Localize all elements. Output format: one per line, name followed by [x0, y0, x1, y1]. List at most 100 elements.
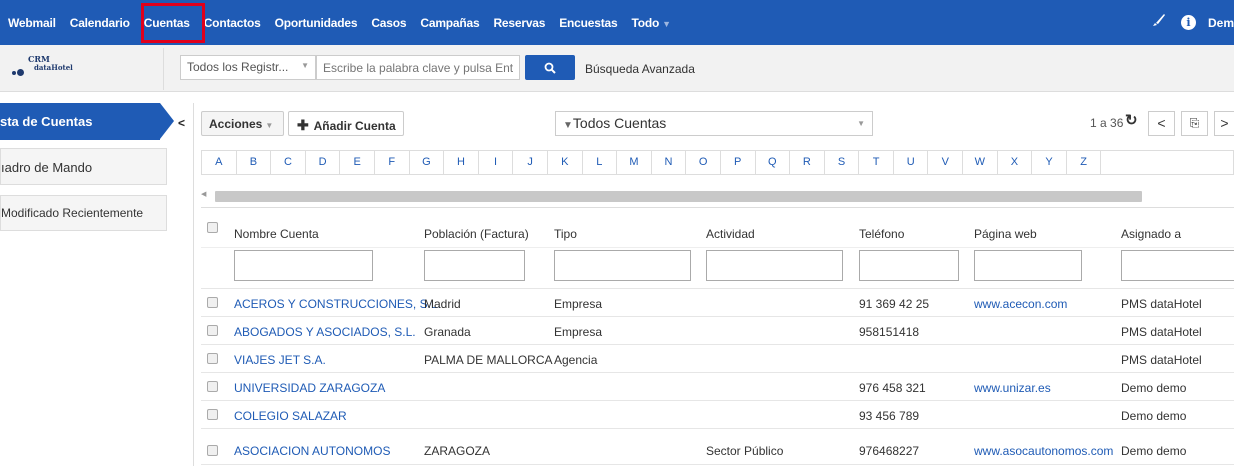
- column-header-pagina-web[interactable]: Página web: [974, 227, 1037, 241]
- next-page-button[interactable]: >: [1214, 111, 1234, 136]
- alphabet-letter[interactable]: P: [721, 151, 756, 174]
- cell-phone: 958151418: [859, 325, 920, 339]
- row-checkbox[interactable]: [207, 409, 218, 420]
- sidebar-item-lista-de-cuentas[interactable]: sta de Cuentas: [0, 103, 160, 140]
- user-menu[interactable]: Dem: [1208, 16, 1234, 30]
- alphabet-letter[interactable]: A: [202, 151, 237, 174]
- row-checkbox[interactable]: [207, 297, 218, 308]
- alphabet-letter[interactable]: E: [340, 151, 375, 174]
- filter-input-telefono[interactable]: [859, 250, 959, 281]
- search-input[interactable]: [316, 55, 520, 80]
- info-icon[interactable]: i: [1180, 15, 1196, 30]
- add-account-button[interactable]: ✚ Añadir Cuenta: [288, 111, 404, 136]
- alphabet-letter[interactable]: Q: [756, 151, 791, 174]
- account-name-link[interactable]: UNIVERSIDAD ZARAGOZA: [234, 381, 385, 395]
- alphabet-letter[interactable]: V: [928, 151, 964, 174]
- previous-page-button[interactable]: <: [1148, 111, 1175, 136]
- chevron-down-icon: ▼: [301, 61, 309, 70]
- nav-webmail[interactable]: Webmail: [8, 16, 56, 30]
- filter-input-poblacion[interactable]: [424, 250, 525, 281]
- account-name-link[interactable]: VIAJES JET S.A.: [234, 353, 326, 367]
- sidebar-item-label: Modificado Recientemente: [1, 206, 144, 220]
- export-icon[interactable]: ⎘: [1181, 111, 1208, 136]
- cell-assigned: Demo demo: [1121, 381, 1187, 395]
- chevron-down-icon: ▼: [857, 119, 865, 128]
- alphabet-letter[interactable]: H: [444, 151, 479, 174]
- refresh-icon[interactable]: ↻: [1125, 111, 1138, 129]
- search-module-select[interactable]: Todos los Registr... ▼: [180, 55, 316, 80]
- alphabet-letter[interactable]: D: [306, 151, 341, 174]
- alphabet-letter[interactable]: I: [479, 151, 514, 174]
- cell-city: Granada: [424, 325, 471, 339]
- brush-icon[interactable]: [1151, 12, 1167, 33]
- cell-phone: 91 369 42 25: [859, 297, 930, 311]
- horizontal-scrollbar[interactable]: [215, 191, 1142, 202]
- account-name-link[interactable]: ABOGADOS Y ASOCIADOS, S.L.: [234, 325, 416, 339]
- advanced-search-link[interactable]: Búsqueda Avanzada: [585, 62, 695, 76]
- account-name-link[interactable]: COLEGIO SALAZAR: [234, 409, 347, 423]
- alphabet-letter[interactable]: R: [790, 151, 825, 174]
- actions-dropdown[interactable]: Acciones ▼: [201, 111, 284, 136]
- column-header-tipo[interactable]: Tipo: [554, 227, 577, 241]
- account-name-link[interactable]: ACEROS Y CONSTRUCCIONES, S.L.: [234, 297, 441, 311]
- nav-encuestas[interactable]: Encuestas: [559, 16, 617, 30]
- nav-todo[interactable]: Todo ▼: [631, 15, 671, 30]
- alphabet-letter[interactable]: Z: [1067, 151, 1102, 174]
- row-checkbox[interactable]: [207, 353, 218, 364]
- nav-reservas[interactable]: Reservas: [493, 16, 545, 30]
- alphabet-letter[interactable]: N: [652, 151, 687, 174]
- sidebar-toggle-icon[interactable]: <: [178, 116, 185, 130]
- active-nav-highlight: [141, 3, 205, 43]
- row-checkbox[interactable]: [207, 445, 218, 456]
- nav-calendario[interactable]: Calendario: [70, 16, 130, 30]
- column-header-asignado-a[interactable]: Asignado a: [1121, 227, 1181, 241]
- nav-contactos[interactable]: Contactos: [204, 16, 261, 30]
- alphabet-letter[interactable]: S: [825, 151, 860, 174]
- alphabet-letter[interactable]: M: [617, 151, 652, 174]
- alphabet-letter[interactable]: L: [583, 151, 618, 174]
- scroll-left-icon[interactable]: ◀: [201, 190, 206, 198]
- row-checkbox[interactable]: [207, 381, 218, 392]
- divider: [201, 288, 1234, 289]
- website-link[interactable]: www.asocautonomos.com: [974, 444, 1113, 458]
- alphabet-letter[interactable]: X: [998, 151, 1033, 174]
- column-header-actividad[interactable]: Actividad: [706, 227, 755, 241]
- filter-input-asignado-a[interactable]: [1121, 250, 1234, 281]
- alphabet-letter[interactable]: F: [375, 151, 410, 174]
- website-link[interactable]: www.unizar.es: [974, 381, 1051, 395]
- alphabet-letter[interactable]: T: [859, 151, 894, 174]
- sidebar-item-cuadro-de-mando[interactable]: ıadro de Mando: [0, 148, 167, 185]
- account-name-link[interactable]: ASOCIACION AUTONOMOS: [234, 444, 390, 458]
- column-header-telefono[interactable]: Teléfono: [859, 227, 904, 241]
- cell-activity: Sector Público: [706, 444, 784, 458]
- nav-todo-label: Todo: [631, 15, 660, 30]
- alphabet-letter[interactable]: W: [963, 151, 998, 174]
- column-header-poblacion[interactable]: Población (Factura): [424, 227, 529, 241]
- alphabet-letter[interactable]: Y: [1032, 151, 1067, 174]
- alphabet-letter[interactable]: J: [513, 151, 548, 174]
- filter-input-nombre-cuenta[interactable]: [234, 250, 373, 281]
- row-checkbox[interactable]: [207, 325, 218, 336]
- filter-input-tipo[interactable]: [554, 250, 691, 281]
- sidebar-item-modificado-recientemente[interactable]: Modificado Recientemente: [0, 195, 167, 231]
- alphabet-letter[interactable]: O: [686, 151, 721, 174]
- list-filter-select[interactable]: ▼Todos Cuentas ▼: [555, 111, 873, 136]
- alphabet-letter[interactable]: B: [237, 151, 272, 174]
- select-all-checkbox[interactable]: [207, 222, 218, 233]
- filter-input-pagina-web[interactable]: [974, 250, 1082, 281]
- top-right-actions: i Dem: [1151, 0, 1234, 45]
- website-link[interactable]: www.acecon.com: [974, 297, 1067, 311]
- nav-oportunidades[interactable]: Oportunidades: [275, 16, 358, 30]
- filter-input-actividad[interactable]: [706, 250, 843, 281]
- nav-casos[interactable]: Casos: [371, 16, 406, 30]
- cell-assigned: PMS dataHotel: [1121, 325, 1202, 339]
- nav-campanas[interactable]: Campañas: [420, 16, 479, 30]
- column-header-nombre-cuenta[interactable]: Nombre Cuenta: [234, 227, 319, 241]
- alphabet-letter[interactable]: G: [410, 151, 445, 174]
- crm-datahotel-logo[interactable]: CRM dataHotel: [12, 52, 82, 82]
- alphabet-letter[interactable]: U: [894, 151, 929, 174]
- search-button[interactable]: [525, 55, 575, 80]
- alphabet-letter[interactable]: K: [548, 151, 583, 174]
- alphabet-letter[interactable]: C: [271, 151, 306, 174]
- cell-city: ZARAGOZA: [424, 444, 491, 458]
